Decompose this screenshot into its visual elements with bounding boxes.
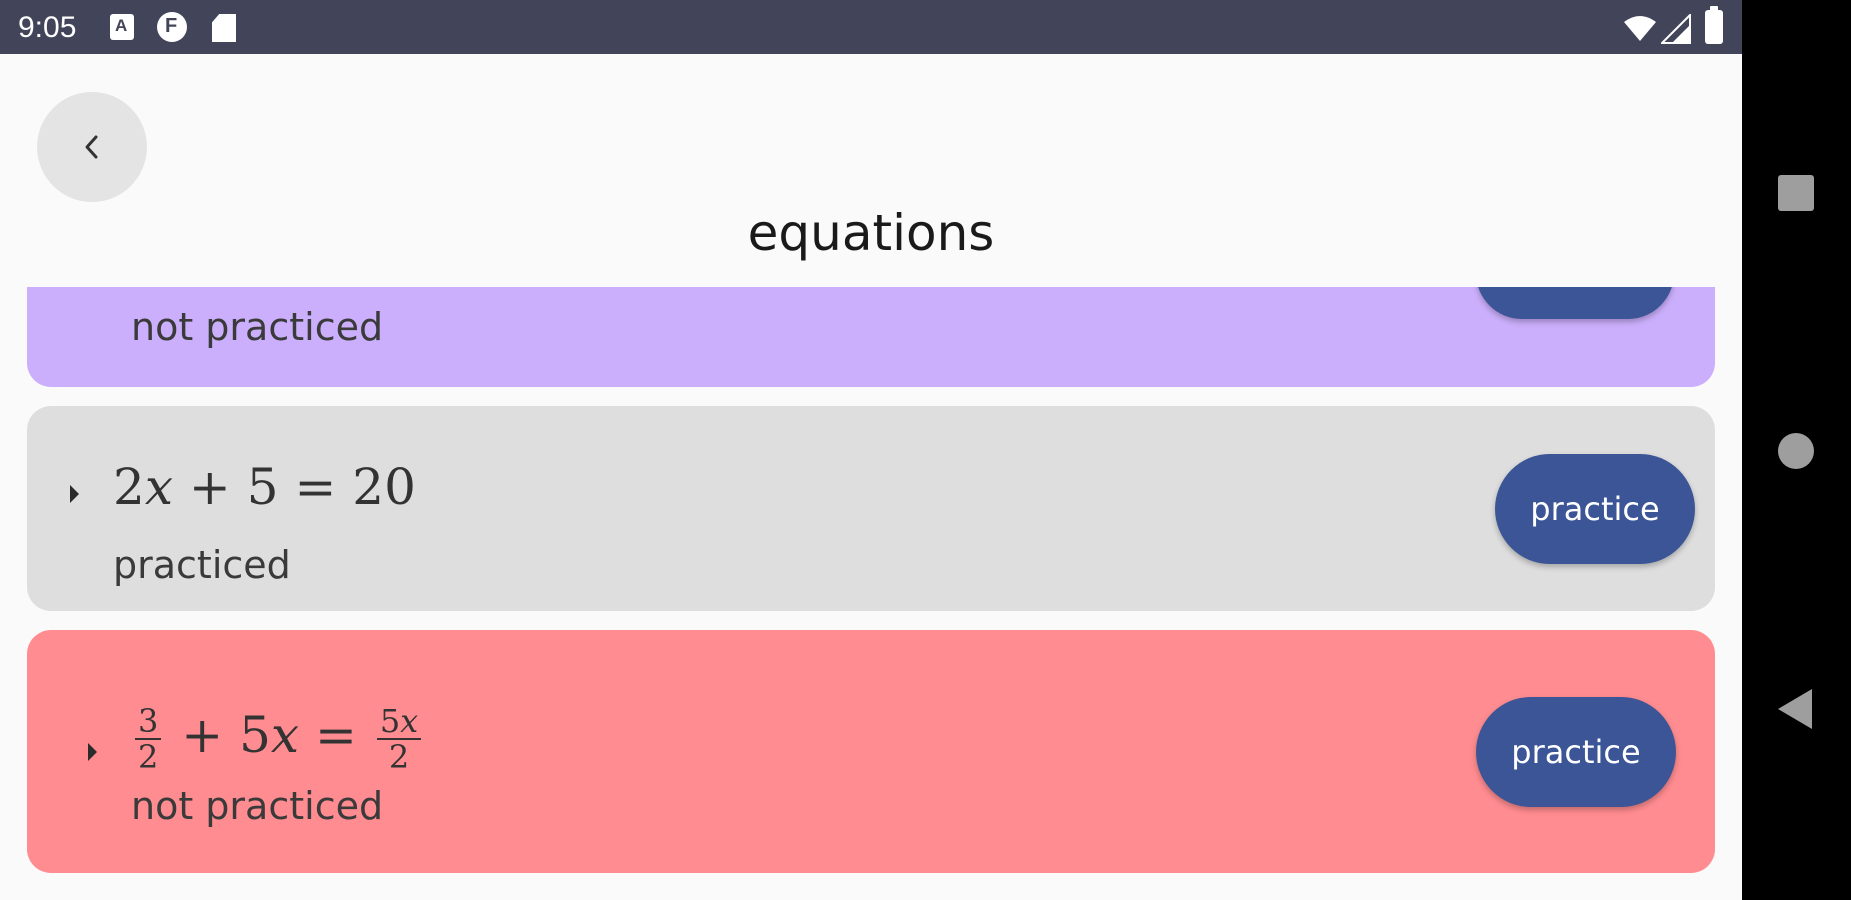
equation-variable: x	[270, 706, 300, 764]
practice-button[interactable]: practice	[1495, 454, 1695, 564]
equation-term: 2	[113, 458, 145, 516]
chevron-left-icon	[85, 135, 98, 159]
practice-button[interactable]	[1476, 287, 1674, 319]
equation-operator: +	[188, 458, 231, 516]
signal-icon	[1661, 14, 1691, 44]
fraction-numerator: 3	[135, 704, 162, 740]
equation-term: 20	[352, 458, 416, 516]
app-screen: equations not practiced 2x + 5 = 20 prac…	[0, 54, 1742, 900]
equation-operator: =	[315, 706, 357, 764]
recent-apps-icon[interactable]	[1778, 175, 1814, 211]
system-nav-bar	[1742, 0, 1851, 900]
equation-operator: =	[294, 458, 337, 516]
fraction-denominator: 2	[388, 738, 410, 776]
equation-term: 5	[246, 458, 279, 516]
notification-f-icon	[157, 12, 187, 42]
back-button[interactable]	[37, 92, 147, 202]
fraction: 5x 2	[376, 702, 422, 776]
fraction-denominator: 2	[138, 738, 159, 776]
wifi-icon	[1624, 16, 1656, 41]
status-time: 9:05	[18, 11, 77, 44]
status-bar: 9:05	[0, 0, 1742, 54]
practice-status: not practiced	[131, 305, 384, 349]
equation-term: 5	[239, 706, 271, 764]
equation-card[interactable]: 3 2 + 5x = 5x 2 not practiced practice	[27, 630, 1715, 873]
practice-status: practiced	[113, 543, 291, 587]
battery-icon	[1705, 6, 1723, 44]
page-title: equations	[747, 204, 995, 262]
expand-arrow-icon[interactable]	[70, 485, 79, 503]
expand-arrow-icon[interactable]	[88, 743, 97, 761]
equation-term: 5	[379, 702, 401, 740]
equation-math: 2x + 5 = 20	[113, 458, 416, 516]
notification-a-icon	[110, 14, 134, 40]
practice-button[interactable]: practice	[1476, 697, 1676, 807]
equation-variable: x	[144, 458, 174, 516]
equation-variable: x	[400, 702, 419, 740]
equation-operator: +	[181, 706, 224, 764]
back-icon[interactable]	[1778, 689, 1812, 729]
fraction-numerator: 5x	[376, 702, 422, 740]
practice-status: not practiced	[131, 784, 384, 828]
sd-card-icon	[212, 14, 236, 42]
equation-math: 3 2 + 5x = 5x 2	[131, 704, 425, 774]
equation-card[interactable]: not practiced	[27, 287, 1715, 387]
equation-card[interactable]: 2x + 5 = 20 practiced practice	[27, 406, 1715, 611]
equation-list[interactable]: not practiced 2x + 5 = 20 practiced prac…	[0, 287, 1742, 900]
home-icon[interactable]	[1778, 433, 1814, 469]
fraction: 3 2	[135, 704, 162, 776]
